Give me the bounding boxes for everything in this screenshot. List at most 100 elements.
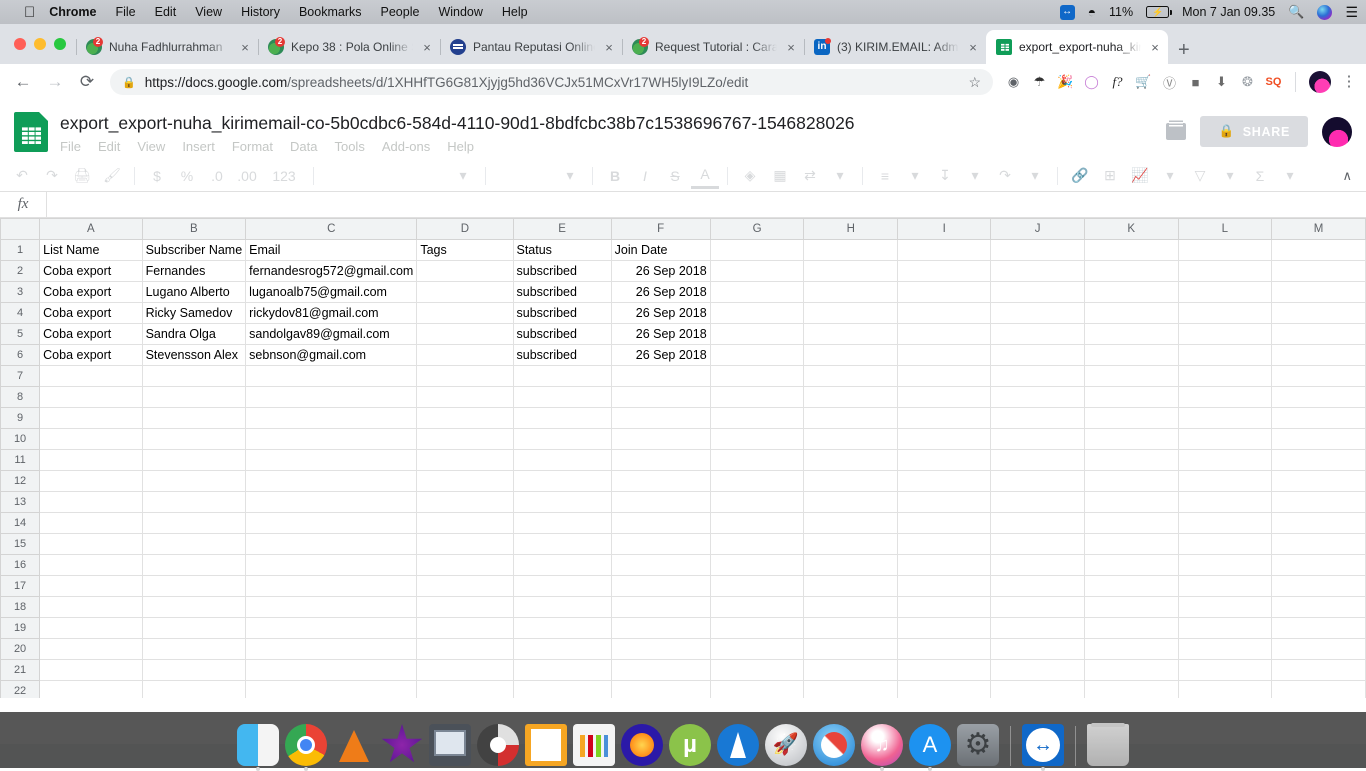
cell-D19[interactable]	[417, 618, 513, 639]
cell-G14[interactable]	[710, 513, 804, 534]
select-all-corner[interactable]	[1, 219, 40, 240]
cell-F11[interactable]	[611, 450, 710, 471]
cell-L16[interactable]	[1178, 555, 1272, 576]
cell-I13[interactable]	[898, 492, 991, 513]
cell-F4[interactable]: 26 Sep 2018	[611, 303, 710, 324]
cell-F22[interactable]	[611, 681, 710, 699]
cell-D2[interactable]	[417, 261, 513, 282]
reload-button[interactable]: ⟳	[72, 67, 102, 97]
cell-M11[interactable]	[1272, 450, 1366, 471]
cell-J22[interactable]	[991, 681, 1084, 699]
cell-H22[interactable]	[804, 681, 898, 699]
cell-E10[interactable]	[513, 429, 611, 450]
cell-M20[interactable]	[1272, 639, 1366, 660]
sheets-menu-format[interactable]: Format	[232, 139, 273, 154]
cell-M2[interactable]	[1272, 261, 1366, 282]
cell-H9[interactable]	[804, 408, 898, 429]
chevron-down-icon[interactable]: ▾	[1021, 163, 1049, 189]
chevron-down-icon[interactable]: ▾	[556, 163, 584, 189]
cell-H16[interactable]	[804, 555, 898, 576]
cell-M3[interactable]	[1272, 282, 1366, 303]
spotlight-search-icon[interactable]: 🔍	[1288, 4, 1304, 20]
sheets-menu-data[interactable]: Data	[290, 139, 317, 154]
row-header-11[interactable]: 11	[1, 450, 40, 471]
cell-J5[interactable]	[991, 324, 1084, 345]
cell-A4[interactable]: Coba export	[40, 303, 142, 324]
cell-J7[interactable]	[991, 366, 1084, 387]
insert-link-icon[interactable]: 🔗	[1066, 163, 1094, 189]
cell-H17[interactable]	[804, 576, 898, 597]
maximize-window-button[interactable]	[54, 38, 66, 50]
cell-K20[interactable]	[1084, 639, 1178, 660]
cell-I15[interactable]	[898, 534, 991, 555]
cell-C10[interactable]	[246, 429, 417, 450]
cell-J16[interactable]	[991, 555, 1084, 576]
cell-B2[interactable]: Fernandes	[142, 261, 246, 282]
cell-L21[interactable]	[1178, 660, 1272, 681]
column-header-m[interactable]: M	[1272, 219, 1366, 240]
column-header-c[interactable]: C	[246, 219, 417, 240]
cell-F16[interactable]	[611, 555, 710, 576]
row-header-19[interactable]: 19	[1, 618, 40, 639]
cell-G15[interactable]	[710, 534, 804, 555]
cell-G20[interactable]	[710, 639, 804, 660]
cell-D15[interactable]	[417, 534, 513, 555]
cell-B3[interactable]: Lugano Alberto	[142, 282, 246, 303]
browser-tab-6-active[interactable]: export_export-nuha_kiri ×	[986, 30, 1168, 64]
cell-G2[interactable]	[710, 261, 804, 282]
row-header-8[interactable]: 8	[1, 387, 40, 408]
cell-L19[interactable]	[1178, 618, 1272, 639]
cell-B6[interactable]: Stevensson Alex	[142, 345, 246, 366]
cell-A19[interactable]	[40, 618, 142, 639]
cell-E12[interactable]	[513, 471, 611, 492]
cell-A20[interactable]	[40, 639, 142, 660]
dock-item-keynote[interactable]	[429, 724, 471, 766]
dock-item-trash[interactable]	[1087, 724, 1129, 766]
cell-F20[interactable]	[611, 639, 710, 660]
cell-L13[interactable]	[1178, 492, 1272, 513]
borders-icon[interactable]: ▦	[766, 163, 794, 189]
cell-J14[interactable]	[991, 513, 1084, 534]
cell-M9[interactable]	[1272, 408, 1366, 429]
cell-F5[interactable]: 26 Sep 2018	[611, 324, 710, 345]
dock-item-numbers[interactable]	[573, 724, 615, 766]
cell-B10[interactable]	[142, 429, 246, 450]
ghostery-icon[interactable]: ☂	[1031, 74, 1048, 91]
cell-D6[interactable]	[417, 345, 513, 366]
close-window-button[interactable]	[14, 38, 26, 50]
back-button[interactable]: ←	[8, 67, 38, 97]
currency-format-button[interactable]: $	[143, 163, 171, 189]
cell-B13[interactable]	[142, 492, 246, 513]
row-header-17[interactable]: 17	[1, 576, 40, 597]
cell-B19[interactable]	[142, 618, 246, 639]
cell-B11[interactable]	[142, 450, 246, 471]
row-header-7[interactable]: 7	[1, 366, 40, 387]
column-header-j[interactable]: J	[991, 219, 1084, 240]
cell-G3[interactable]	[710, 282, 804, 303]
cell-E5[interactable]: subscribed	[513, 324, 611, 345]
sheets-menu-help[interactable]: Help	[447, 139, 474, 154]
cell-H13[interactable]	[804, 492, 898, 513]
cell-J17[interactable]	[991, 576, 1084, 597]
menu-window[interactable]: Window	[438, 5, 482, 19]
sheets-menu-view[interactable]: View	[137, 139, 165, 154]
dock-item-spark[interactable]	[717, 724, 759, 766]
cell-L20[interactable]	[1178, 639, 1272, 660]
cell-J15[interactable]	[991, 534, 1084, 555]
cell-E16[interactable]	[513, 555, 611, 576]
cell-D1[interactable]: Tags	[417, 240, 513, 261]
cell-J9[interactable]	[991, 408, 1084, 429]
document-title[interactable]: export_export-nuha_kirimemail-co-5b0cdbc…	[60, 110, 855, 136]
fill-color-icon[interactable]: ◈	[736, 163, 764, 189]
row-header-4[interactable]: 4	[1, 303, 40, 324]
cell-D18[interactable]	[417, 597, 513, 618]
cell-I8[interactable]	[898, 387, 991, 408]
bold-button[interactable]: B	[601, 163, 629, 189]
cell-M12[interactable]	[1272, 471, 1366, 492]
close-tab-icon[interactable]: ×	[966, 40, 980, 55]
cell-J18[interactable]	[991, 597, 1084, 618]
cell-C18[interactable]	[246, 597, 417, 618]
cell-K11[interactable]	[1084, 450, 1178, 471]
cell-J4[interactable]	[991, 303, 1084, 324]
cell-D9[interactable]	[417, 408, 513, 429]
